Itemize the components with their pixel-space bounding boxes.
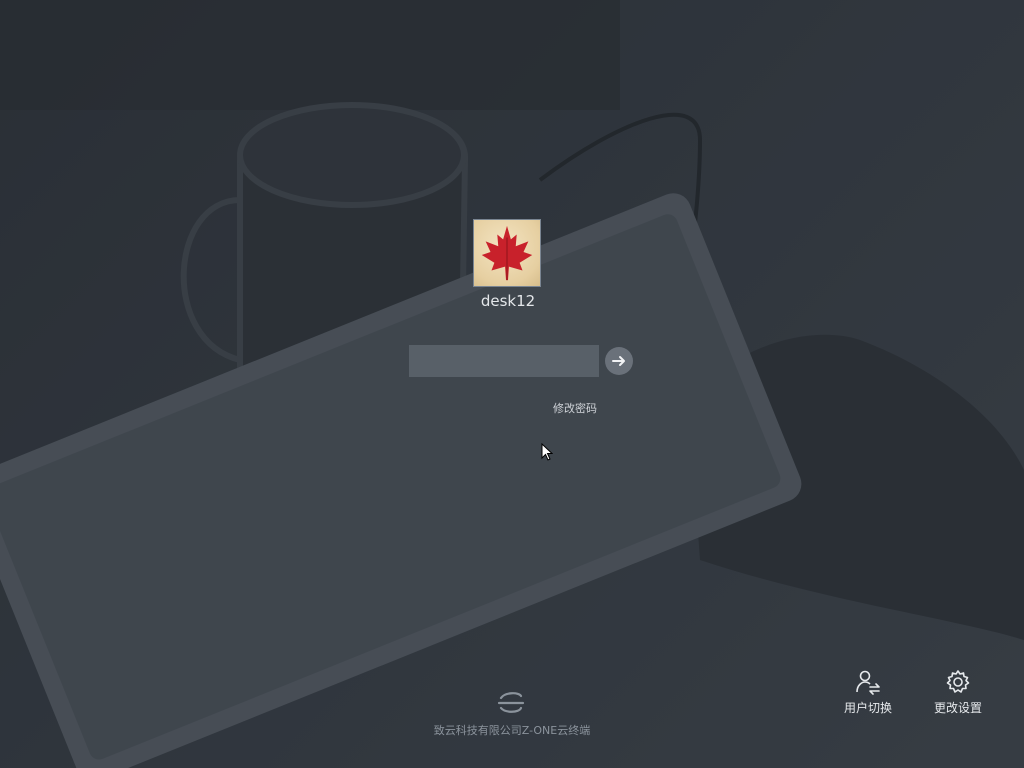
user-avatar[interactable] [473,219,541,287]
footer-company-text: 致云科技有限公司Z-ONE云终端 [433,724,591,737]
user-switch-icon [856,670,880,695]
mouse-pointer-icon [541,443,553,461]
password-input[interactable] [409,345,599,377]
change-settings-button[interactable]: 更改设置 [923,668,993,716]
login-screen: desk12 修改密码 致云科技有限公司Z-ONE云终端 用户切换 更改设置 [0,0,1024,768]
change-settings-label: 更改设置 [933,701,982,715]
user-switch-button[interactable]: 用户切换 [833,668,903,716]
desk-background-image [0,0,1024,768]
zone-logo-icon [497,692,525,713]
arrow-right-icon [612,356,625,366]
gear-icon [946,670,970,693]
username-label: desk12 [480,292,536,310]
user-switch-label: 用户切换 [843,701,892,715]
login-submit-button[interactable] [605,347,633,375]
maple-leaf-icon [481,225,533,281]
change-password-link[interactable]: 修改密码 [540,401,610,417]
